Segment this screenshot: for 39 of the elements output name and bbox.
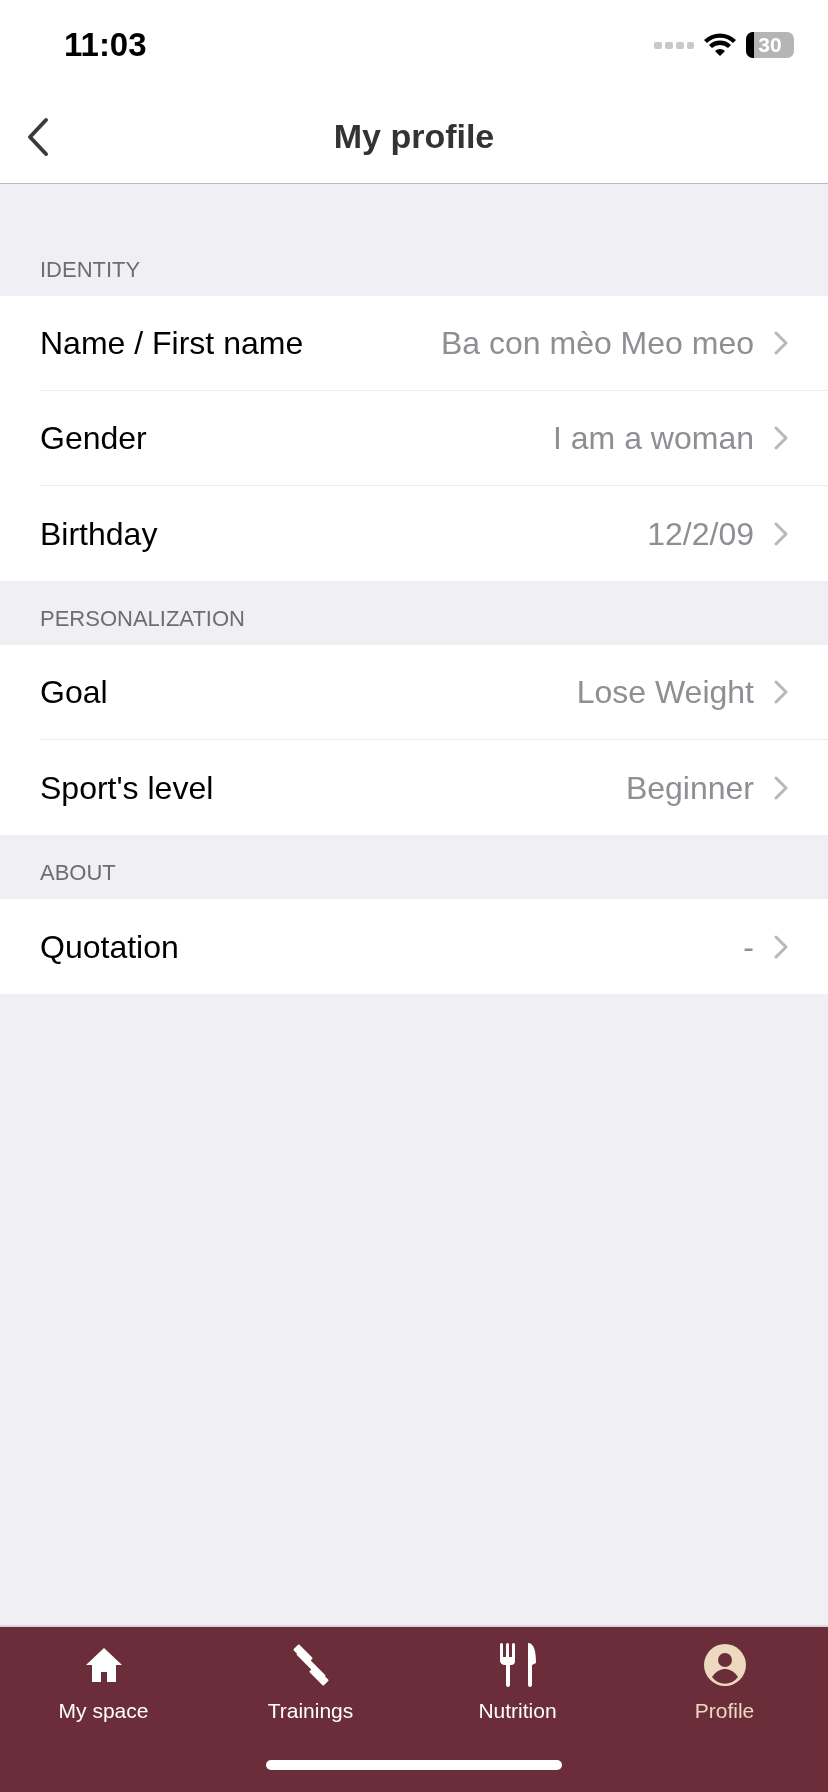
tab-button[interactable]: My space	[0, 1641, 207, 1727]
chevron-icon	[774, 331, 788, 355]
chevron-icon	[774, 934, 788, 959]
row-label: Name / First name	[40, 324, 304, 363]
section-header: PERSONALIZATION	[40, 605, 245, 633]
settings-row[interactable]: Goal Lose Weight	[40, 645, 828, 740]
row-label: Gender	[40, 419, 147, 458]
fork-knife-icon	[497, 1643, 538, 1687]
settings-row[interactable]: Name / First name Ba con mèo Meo meo	[40, 296, 828, 391]
tab-button[interactable]: Trainings	[207, 1641, 414, 1727]
screen-title: My profile	[333, 116, 495, 157]
row-label: Sport's level	[40, 768, 214, 808]
battery-level: 30	[758, 32, 782, 58]
section-header: IDENTITY	[40, 256, 141, 284]
wifi-icon	[704, 33, 736, 57]
battery-charge	[746, 32, 754, 58]
row-label: Goal	[40, 673, 108, 712]
row-label: Birthday	[40, 514, 158, 554]
tab-button[interactable]: Profile	[621, 1641, 828, 1727]
settings-row[interactable]: Sport's level Beginner	[40, 740, 828, 835]
row-value: Lose Weight	[576, 673, 754, 712]
row-value: Beginner	[625, 768, 754, 808]
row-value: I am a woman	[553, 419, 754, 458]
row-value: 12/2/09	[647, 514, 754, 554]
profile-icon	[702, 1643, 747, 1687]
chevron-icon	[774, 680, 788, 704]
tab-button[interactable]: Nutrition	[414, 1641, 621, 1727]
signal-icon	[654, 40, 694, 50]
row-value: -	[743, 927, 754, 967]
status-time: 11:03	[64, 25, 147, 66]
chevron-icon	[774, 426, 788, 450]
settings-row[interactable]: Gender I am a woman	[40, 391, 828, 486]
row-value: Ba con mèo Meo meo	[440, 324, 754, 363]
chevron-icon	[774, 775, 788, 800]
back-icon	[26, 117, 50, 157]
settings-row[interactable]: Birthday 12/2/09	[40, 486, 828, 581]
section-header: ABOUT	[40, 859, 116, 887]
chevron-icon	[774, 521, 788, 546]
row-label: Quotation	[40, 927, 179, 967]
